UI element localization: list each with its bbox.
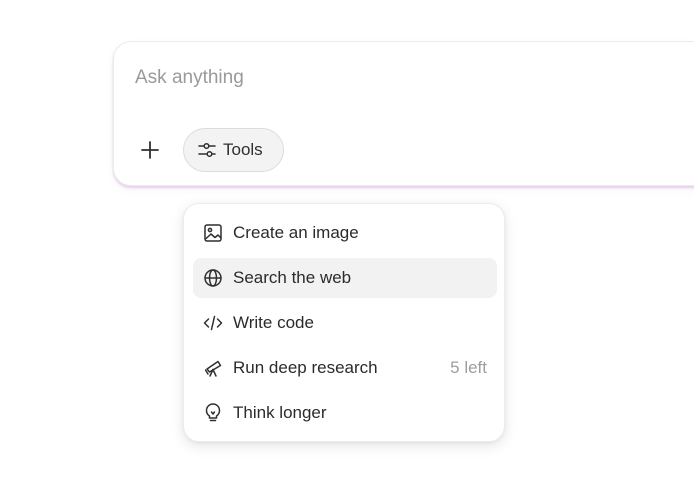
menu-item-label: Run deep research: [233, 358, 378, 377]
telescope-icon: [202, 357, 224, 379]
menu-item-search-web[interactable]: Search the web: [193, 258, 497, 298]
menu-item-label: Write code: [233, 313, 314, 332]
menu-item-create-image[interactable]: Create an image: [193, 213, 497, 253]
menu-item-think-longer[interactable]: Think longer: [193, 393, 497, 433]
menu-item-deep-research[interactable]: Run deep research 5 left: [193, 348, 497, 388]
prompt-input[interactable]: Ask anything: [135, 66, 655, 90]
menu-item-label: Create an image: [233, 223, 359, 242]
prompt-composer: Ask anything Tools: [113, 41, 694, 186]
menu-item-label: Think longer: [233, 403, 327, 422]
tools-label: Tools: [223, 140, 263, 159]
plus-icon: [141, 141, 159, 159]
tools-menu: Create an image Search the web Write cod…: [183, 203, 505, 442]
image-icon: [202, 222, 224, 244]
menu-item-write-code[interactable]: Write code: [193, 303, 497, 343]
tools-button[interactable]: Tools: [183, 128, 284, 172]
code-icon: [202, 312, 224, 334]
globe-icon: [202, 267, 224, 289]
add-attachment-button[interactable]: [132, 132, 168, 168]
lightbulb-icon: [202, 402, 224, 424]
sliders-icon: [198, 142, 216, 158]
usage-remaining-badge: 5 left: [450, 358, 487, 377]
menu-item-label: Search the web: [233, 268, 352, 287]
